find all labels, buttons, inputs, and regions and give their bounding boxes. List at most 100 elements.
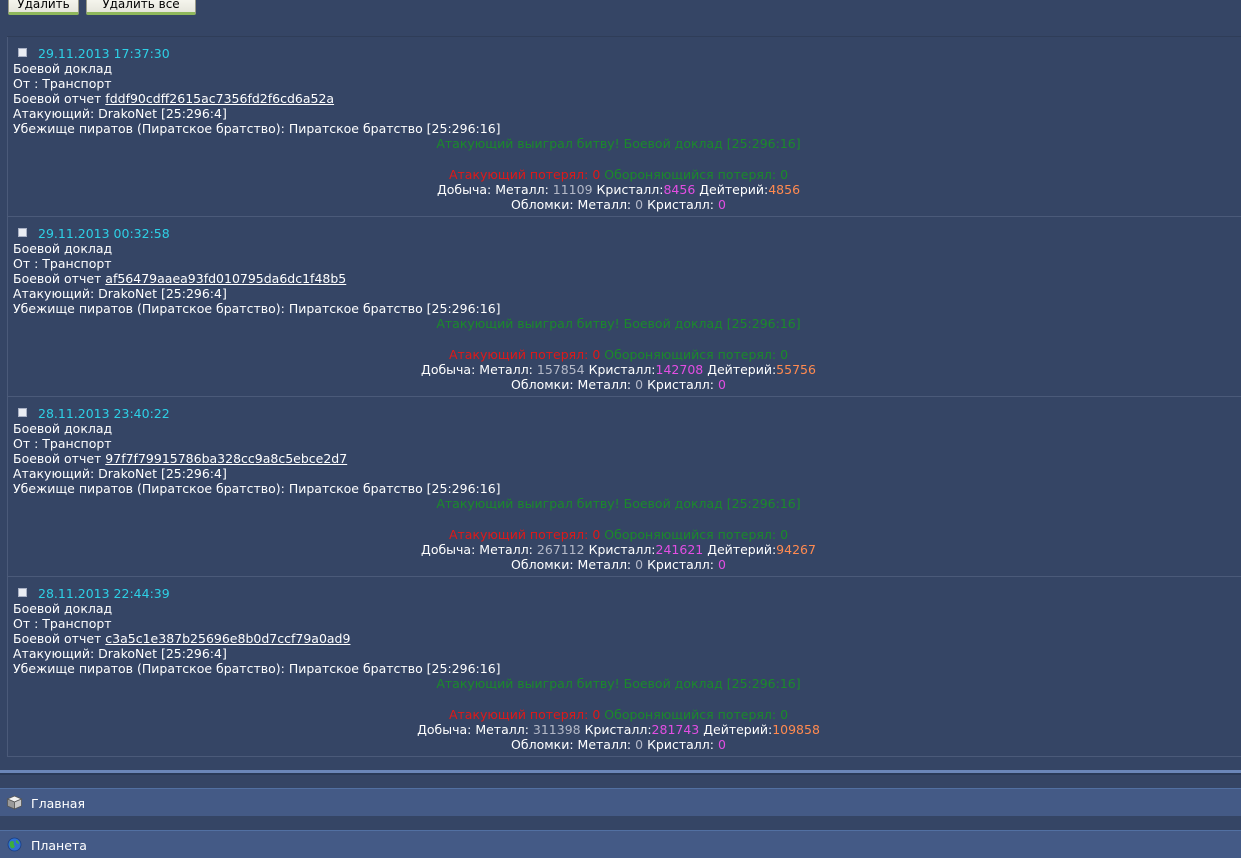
message-title: Боевой доклад [13,421,113,436]
message-sender: От : Транспорт [13,76,112,92]
debris-metal-label: Металл: [577,556,632,572]
loot-deuterium-value: 4856 [768,181,801,197]
select-checkbox[interactable] [18,48,27,57]
select-checkbox[interactable] [18,588,27,597]
debris-crystal-value: 0 [717,376,726,392]
defender-line: Убежище пиратов (Пиратское братство): Пи… [13,301,501,317]
attacker-line: Атакующий: DrakoNet [25:296:4] [13,286,227,302]
report-prefix: Боевой отчет [13,451,102,467]
attacker-lost-value: 0 [592,526,601,542]
losses-line: Атакующий потерял: 0 Обороняющийся потер… [13,707,1224,722]
message-header: 28.11.2013 23:40:22 [13,406,1241,421]
message-title: Боевой доклад [13,241,113,256]
defender-lost-label: Обороняющийся потерял: [604,346,777,362]
report-link[interactable]: 97f7f79915786ba328cc9a8c5ebce2d7 [105,451,347,466]
message-header: 28.11.2013 22:44:39 [13,586,1241,601]
loot-deuterium-label: Дейтерий: [699,181,769,197]
losses-line: Атакующий потерял: 0 Обороняющийся потер… [13,167,1224,182]
debris-metal-value: 0 [635,376,644,392]
loot-metal-label: Металл: [475,721,529,737]
defender-lost-value: 0 [780,346,789,362]
home-cube-icon [6,795,23,810]
select-checkbox[interactable] [18,408,27,417]
debris-crystal-label: Кристалл: [647,376,714,392]
loot-metal-value: 311398 [532,721,581,737]
battle-result: Атакующий выиграл битву! Боевой доклад [… [436,136,801,152]
loot-metal-label: Металл: [495,181,549,197]
loot-metal-value: 11109 [552,181,593,197]
loot-crystal-value: 8456 [663,181,696,197]
debris-label: Обломки: [511,736,574,752]
debris-metal-value: 0 [635,736,644,752]
debris-line: Обломки: Металл: 0 Кристалл: 0 [13,377,1224,392]
debris-label: Обломки: [511,196,574,212]
loot-line: Добыча: Металл: 11109 Кристалл:8456 Дейт… [13,182,1224,197]
nav-item-label: Главная [31,796,85,811]
message-item: 29.11.2013 17:37:30 Боевой доклад От : Т… [7,37,1241,217]
message-title: Боевой доклад [13,601,113,616]
footer-divider-shadow [0,773,1241,775]
nav-item-main[interactable]: Главная [0,788,1241,816]
loot-deuterium-label: Дейтерий: [707,541,777,557]
loot-line: Добыча: Металл: 267112 Кристалл:241621 Д… [13,542,1224,557]
debris-label: Обломки: [511,376,574,392]
loot-line: Добыча: Металл: 157854 Кристалл:142708 Д… [13,362,1224,377]
attacker-lost-label: Атакующий потерял: [448,166,589,182]
debris-label: Обломки: [511,556,574,572]
attacker-lost-value: 0 [592,166,601,182]
planet-globe-icon [7,837,22,852]
attacker-lost-label: Атакующий потерял: [448,526,589,542]
debris-metal-label: Металл: [577,196,632,212]
debris-crystal-value: 0 [717,556,726,572]
debris-metal-value: 0 [635,196,644,212]
loot-label: Добыча: [417,721,472,737]
select-checkbox[interactable] [18,228,27,237]
message-sender: От : Транспорт [13,616,112,632]
debris-metal-label: Металл: [577,376,632,392]
debris-line: Обломки: Металл: 0 Кристалл: 0 [13,197,1224,212]
message-date: 29.11.2013 00:32:58 [38,226,170,241]
message-sender: От : Транспорт [13,256,112,272]
defender-line: Убежище пиратов (Пиратское братство): Пи… [13,661,501,677]
attacker-lost-value: 0 [592,346,601,362]
attacker-lost-label: Атакующий потерял: [448,706,589,722]
defender-lost-value: 0 [780,166,789,182]
message-header: 29.11.2013 17:37:30 [13,46,1241,61]
delete-all-button[interactable]: Удалить все [86,0,196,15]
debris-crystal-label: Кристалл: [647,736,714,752]
debris-line: Обломки: Металл: 0 Кристалл: 0 [13,737,1224,752]
loot-deuterium-value: 55756 [776,361,816,377]
battle-result: Атакующий выиграл битву! Боевой доклад [… [436,496,801,512]
loot-label: Добыча: [421,361,476,377]
debris-metal-label: Металл: [577,736,632,752]
attacker-lost-value: 0 [592,706,601,722]
message-title: Боевой доклад [13,61,113,76]
loot-crystal-label: Кристалл: [596,181,664,197]
report-link[interactable]: c3a5c1e387b25696e8b0d7ccf79a0ad9 [105,631,350,646]
report-link[interactable]: fddf90cdff2615ac7356fd2f6cd6a52a [105,91,334,106]
loot-crystal-value: 241621 [655,541,704,557]
debris-crystal-value: 0 [717,196,726,212]
defender-lost-label: Обороняющийся потерял: [604,526,777,542]
loot-deuterium-label: Дейтерий: [707,361,777,377]
defender-lost-value: 0 [780,526,789,542]
nav-item-label: Планета [31,838,87,853]
report-prefix: Боевой отчет [13,271,102,287]
attacker-line: Атакующий: DrakoNet [25:296:4] [13,466,227,482]
loot-crystal-value: 142708 [655,361,704,377]
losses-line: Атакующий потерял: 0 Обороняющийся потер… [13,527,1224,542]
debris-crystal-label: Кристалл: [647,196,714,212]
message-list: 29.11.2013 17:37:30 Боевой доклад От : Т… [7,36,1241,757]
nav-item-planet[interactable]: Планета [0,830,1241,858]
report-link[interactable]: af56479aaea93fd010795da6dc1f48b5 [105,271,346,286]
defender-lost-label: Обороняющийся потерял: [604,706,777,722]
report-line: Боевой отчет c3a5c1e387b25696e8b0d7ccf79… [13,631,1241,646]
report-line: Боевой отчет 97f7f79915786ba328cc9a8c5eb… [13,451,1241,466]
delete-button[interactable]: Удалить [8,0,79,15]
loot-metal-value: 157854 [536,361,585,377]
report-line: Боевой отчет fddf90cdff2615ac7356fd2f6cd… [13,91,1241,106]
defender-line: Убежище пиратов (Пиратское братство): Пи… [13,481,501,497]
message-sender: От : Транспорт [13,436,112,452]
loot-metal-label: Металл: [479,361,533,377]
debris-crystal-label: Кристалл: [647,556,714,572]
